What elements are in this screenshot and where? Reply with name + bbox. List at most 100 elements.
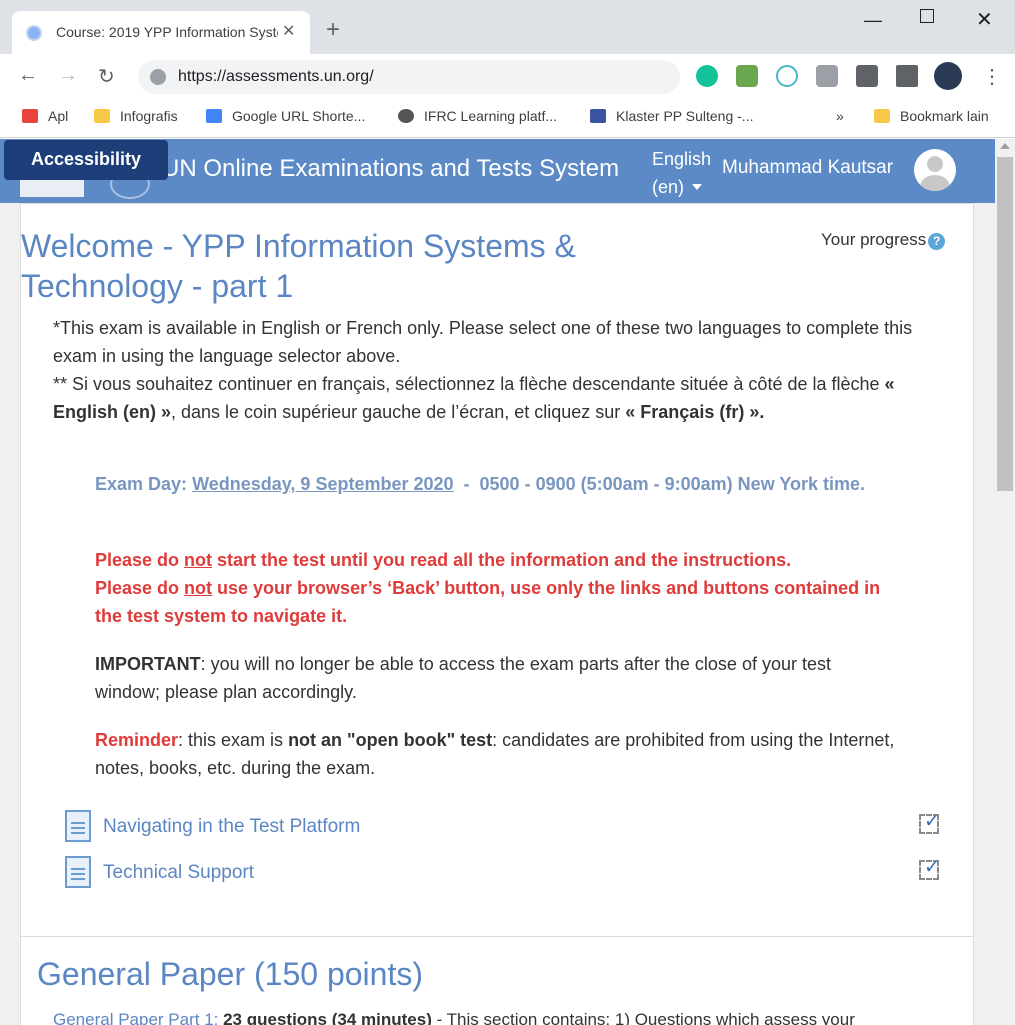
bookmark-label: IFRC Learning platf... [424, 108, 558, 124]
profile-avatar[interactable] [934, 62, 962, 90]
close-tab-icon[interactable]: ✕ [282, 21, 295, 41]
un-favicon-icon [26, 25, 42, 41]
download-manager-icon[interactable] [736, 65, 758, 87]
important-label: IMPORTANT [95, 654, 201, 674]
warning-read-instructions: Please do not start the test until you r… [95, 546, 895, 574]
reminder-bold: not an "open book" test [288, 730, 493, 750]
google-url-icon [206, 109, 222, 123]
page-document-icon [65, 810, 91, 842]
bookmark-ifrc[interactable]: IFRC Learning platf... [398, 108, 557, 124]
maximize-icon[interactable] [920, 9, 934, 23]
site-title[interactable]: UN Online Examinations and Tests System [162, 155, 619, 183]
bookmark-apps[interactable]: Apl [22, 108, 68, 124]
other-bookmarks[interactable]: Bookmark lain [874, 108, 989, 124]
exam-date-link[interactable]: Wednesday, 9 September 2020 [192, 474, 453, 494]
address-bar[interactable]: https://assessments.un.org/ [138, 60, 680, 94]
reload-icon[interactable]: ↻ [98, 64, 115, 89]
progress-indicator: Your progress? [821, 230, 946, 250]
warning-text: start the test until you read all the in… [212, 550, 792, 570]
menu-dots-icon[interactable]: ⋮ [982, 64, 1002, 89]
progress-label: Your progress [821, 230, 927, 249]
bookmark-infografis[interactable]: Infografis [94, 108, 178, 124]
folder-icon [94, 109, 110, 123]
part1-bold: 23 questions (34 minutes) [218, 1010, 432, 1025]
scrollbar-thumb[interactable] [997, 157, 1013, 491]
page-scrollbar[interactable] [995, 139, 1015, 1025]
new-tab-icon[interactable]: + [326, 18, 340, 42]
important-note: IMPORTANT: you will no longer be able to… [95, 650, 895, 706]
close-window-icon[interactable]: ✕ [976, 7, 993, 32]
course-section-card: Welcome - YPP Information Systems & Tech… [20, 203, 974, 1025]
tab-title: Course: 2019 YPP Information Systems [56, 24, 278, 40]
warning-block: Please do not start the test until you r… [95, 546, 895, 630]
language-notice: *This exam is available in English or Fr… [53, 314, 953, 426]
bookmark-klaster[interactable]: Klaster PP Sulteng -... [590, 108, 753, 124]
site-info-icon[interactable] [150, 69, 166, 85]
camera-icon[interactable] [816, 65, 838, 87]
warning-text: Please do [95, 550, 185, 570]
grammarly-icon[interactable] [696, 65, 718, 87]
warning-text: Please do [95, 578, 185, 598]
apps-grid-icon [22, 109, 38, 123]
activity-link[interactable]: Navigating in the Test Platform [103, 816, 360, 838]
globe-icon [398, 109, 414, 123]
bookmark-label: Bookmark lain [900, 108, 989, 124]
accessibility-button[interactable]: Accessibility [4, 140, 168, 180]
media-control-icon[interactable] [896, 65, 918, 87]
part1-text: - This section contains: 1) Questions wh… [431, 1010, 855, 1025]
bookmark-label: Klaster PP Sulteng -... [616, 108, 754, 124]
back-icon[interactable]: ← [18, 64, 38, 87]
notice-french: ** Si vous souhaitez continuer en frança… [53, 370, 953, 426]
more-bookmarks-icon[interactable]: » [836, 108, 844, 124]
completion-checkbox[interactable]: ✓ [919, 857, 940, 880]
browser-toolbar: ← → ↻ https://assessments.un.org/ ⋮ [0, 54, 1015, 98]
browser-tab[interactable]: Course: 2019 YPP Information Systems ✕ [12, 11, 310, 54]
browser-chrome: Course: 2019 YPP Information Systems ✕ +… [0, 0, 1015, 138]
user-name[interactable]: Muhammad Kautsar [722, 157, 893, 179]
exam-time: - 0500 - 0900 (5:00am - 9:00am) New York… [453, 474, 866, 494]
forward-icon[interactable]: → [58, 64, 78, 87]
activity-link[interactable]: Technical Support [103, 862, 254, 884]
avatar-body [920, 175, 950, 191]
page-content: UN Online Examinations and Tests System … [0, 139, 995, 1025]
warning-back-button: Please do not use your browser’s ‘Back’ … [95, 574, 895, 630]
page-document-icon [65, 856, 91, 888]
activity-navigating: Navigating in the Test Platform ✓ [65, 810, 945, 846]
folder-icon [874, 109, 890, 123]
important-text: : you will no longer be able to access t… [95, 654, 831, 702]
tab-strip: Course: 2019 YPP Information Systems ✕ +… [0, 0, 1015, 54]
user-avatar[interactable] [914, 149, 956, 191]
bookmark-label: Google URL Shorte... [232, 108, 366, 124]
bookmark-google-url[interactable]: Google URL Shorte... [206, 108, 365, 124]
general-paper-title: General Paper (150 points) [37, 956, 423, 992]
logo-area [20, 179, 84, 197]
scroll-up-icon[interactable] [1000, 143, 1010, 149]
checkmark-icon: ✓ [924, 857, 940, 878]
language-code: (en) [652, 177, 685, 197]
site-navbar: UN Online Examinations and Tests System … [0, 139, 995, 203]
bookmark-label: Apl [48, 108, 69, 124]
minimize-icon[interactable]: — [864, 10, 882, 31]
site-icon [590, 109, 606, 123]
url-text: https://assessments.un.org/ [178, 68, 374, 85]
exam-day-label: Exam Day: [95, 474, 193, 494]
part1-link[interactable]: General Paper Part 1: [53, 1010, 218, 1025]
bookmarks-bar: Apl Infografis Google URL Shorte... IFRC… [0, 98, 1015, 138]
extension-icon[interactable] [776, 65, 798, 87]
warning-text: use your browser’s ‘Back’ button, use on… [95, 578, 881, 626]
section-divider [21, 936, 973, 937]
caret-down-icon [692, 184, 703, 190]
help-icon[interactable]: ? [928, 233, 946, 250]
avatar-head [927, 156, 943, 172]
language-selector[interactable]: English (en) [652, 145, 711, 201]
section-title: Welcome - YPP Information Systems & Tech… [21, 228, 576, 304]
checkmark-icon: ✓ [924, 811, 940, 832]
notice-text: , dans le coin supérieur gauche de l’écr… [171, 402, 626, 422]
language-name: English [652, 149, 712, 169]
notice-bold: « Français (fr) ». [625, 402, 765, 422]
extensions-puzzle-icon[interactable] [856, 65, 878, 87]
reminder-note: Reminder: this exam is not an "open book… [95, 726, 895, 782]
bookmark-label: Infografis [120, 108, 178, 124]
general-paper-part1: General Paper Part 1: 23 questions (34 m… [53, 1010, 973, 1025]
completion-checkbox[interactable]: ✓ [919, 811, 940, 834]
